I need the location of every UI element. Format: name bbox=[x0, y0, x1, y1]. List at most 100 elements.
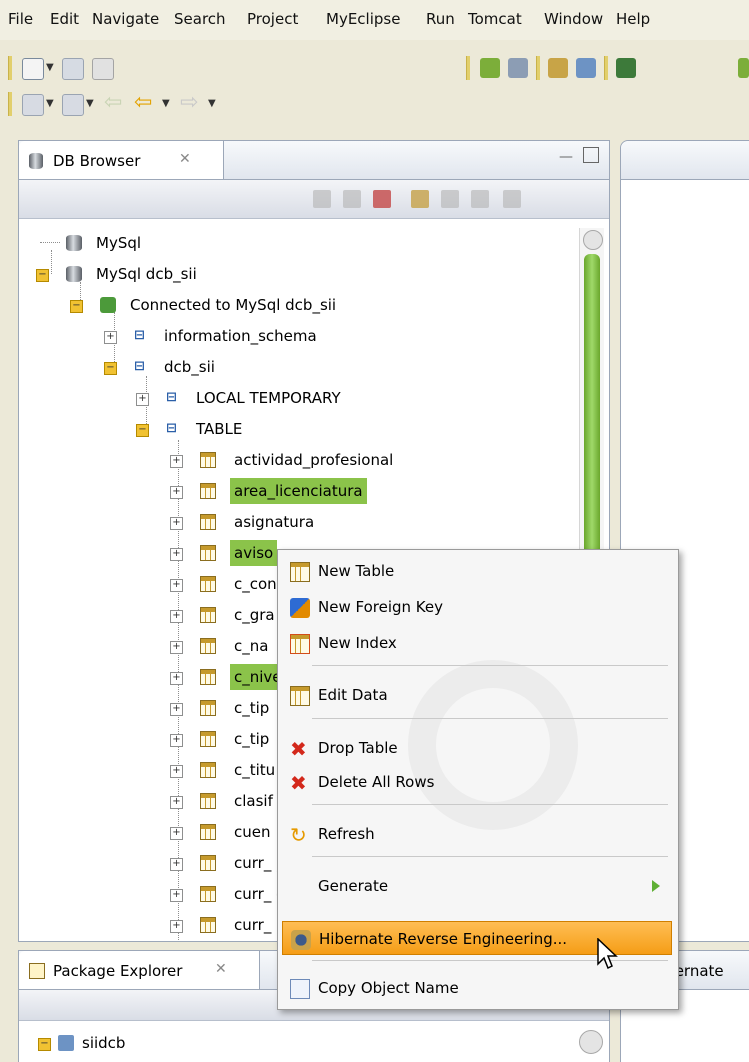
expand-icon[interactable]: + bbox=[170, 858, 183, 871]
project-name: siidcb bbox=[82, 1034, 126, 1052]
tree-item-label: MySql dcb_sii bbox=[96, 265, 197, 283]
menu-help[interactable]: Help bbox=[616, 10, 650, 28]
menu-item-generate[interactable]: Generate bbox=[282, 869, 672, 903]
tree-item-label: LOCAL TEMPORARY bbox=[196, 389, 341, 407]
close-icon[interactable]: ✕ bbox=[179, 151, 191, 167]
menu-item-refresh[interactable]: ↻ Refresh bbox=[282, 817, 672, 851]
collapse-icon[interactable]: − bbox=[36, 269, 49, 282]
run-icon[interactable] bbox=[738, 58, 749, 78]
menu-item-label: New Index bbox=[318, 634, 397, 652]
minimize-icon[interactable]: — bbox=[559, 149, 573, 165]
folder-icon: ⊟ bbox=[166, 421, 177, 436]
collapse-icon[interactable]: − bbox=[70, 300, 83, 313]
chevron-down-icon[interactable]: ▼ bbox=[162, 98, 170, 109]
table-icon bbox=[200, 545, 216, 561]
copy-connection-icon[interactable] bbox=[471, 190, 489, 208]
open-connection-icon[interactable] bbox=[313, 190, 331, 208]
table-icon bbox=[200, 607, 216, 623]
deploy-icon[interactable] bbox=[548, 58, 568, 78]
menu-window[interactable]: Window bbox=[544, 10, 603, 28]
expand-icon[interactable]: + bbox=[170, 827, 183, 840]
last-edit-icon[interactable]: ⇦ bbox=[104, 90, 122, 115]
expand-icon[interactable]: + bbox=[170, 579, 183, 592]
menu-myeclipse[interactable]: MyEclipse bbox=[326, 10, 400, 28]
prev-annotation-icon[interactable] bbox=[62, 94, 84, 116]
browse-icon[interactable] bbox=[576, 58, 596, 78]
menu-item-new-index[interactable]: New Index bbox=[282, 626, 672, 660]
next-annotation-icon[interactable] bbox=[22, 94, 44, 116]
connection-icon bbox=[100, 297, 116, 313]
table-icon bbox=[200, 824, 216, 840]
new-dropdown-icon[interactable]: ▼ bbox=[46, 62, 54, 73]
forward-icon[interactable]: ⇨ bbox=[180, 90, 198, 115]
expand-icon[interactable]: + bbox=[170, 703, 183, 716]
new-connection-icon[interactable] bbox=[411, 190, 429, 208]
menu-file[interactable]: File bbox=[8, 10, 33, 28]
drop-icon: ✖ bbox=[290, 737, 307, 761]
expand-icon[interactable]: + bbox=[170, 641, 183, 654]
expand-icon[interactable]: + bbox=[170, 610, 183, 623]
edit-connection-icon[interactable] bbox=[441, 190, 459, 208]
expand-icon[interactable]: + bbox=[170, 796, 183, 809]
menu-item-new-foreign-key[interactable]: New Foreign Key bbox=[282, 590, 672, 624]
table-icon bbox=[200, 576, 216, 592]
collapse-icon[interactable]: − bbox=[104, 362, 117, 375]
expand-icon[interactable]: + bbox=[170, 672, 183, 685]
expand-icon[interactable]: + bbox=[170, 920, 183, 933]
menu-separator bbox=[312, 804, 668, 805]
close-icon[interactable]: ✕ bbox=[215, 961, 227, 977]
chevron-down-icon[interactable]: ▼ bbox=[208, 98, 216, 109]
chevron-down-icon[interactable]: ▼ bbox=[86, 98, 94, 109]
expand-icon[interactable]: + bbox=[170, 517, 183, 530]
run-config-icon[interactable] bbox=[616, 58, 636, 78]
server-icon[interactable] bbox=[508, 58, 528, 78]
close-connection-icon[interactable] bbox=[343, 190, 361, 208]
menu-item-new-table[interactable]: New Table bbox=[282, 554, 672, 588]
menu-item-delete-all-rows[interactable]: ✖ Delete All Rows bbox=[282, 765, 672, 799]
expand-icon[interactable]: + bbox=[170, 548, 183, 561]
save-icon[interactable] bbox=[62, 58, 84, 80]
schema-icon: ⊟ bbox=[134, 328, 145, 343]
expand-icon[interactable]: + bbox=[170, 734, 183, 747]
menu-tomcat[interactable]: Tomcat bbox=[468, 10, 522, 28]
table-name: aviso bbox=[230, 540, 278, 566]
menu-search[interactable]: Search bbox=[174, 10, 226, 28]
collapse-icon[interactable]: − bbox=[38, 1038, 51, 1051]
expand-icon[interactable]: + bbox=[170, 455, 183, 468]
expand-icon[interactable]: + bbox=[170, 486, 183, 499]
table-name: clasif bbox=[234, 792, 273, 810]
menu-run[interactable]: Run bbox=[426, 10, 455, 28]
menu-item-label: Refresh bbox=[318, 825, 375, 843]
menu-item-copy-object-name[interactable]: Copy Object Name bbox=[282, 971, 672, 1005]
scroll-up-button[interactable] bbox=[583, 230, 603, 250]
new-icon[interactable] bbox=[22, 58, 44, 80]
menu-project[interactable]: Project bbox=[247, 10, 298, 28]
expand-icon[interactable]: + bbox=[136, 393, 149, 406]
toolbar-separator bbox=[604, 56, 608, 80]
schema-icon: ⊟ bbox=[134, 359, 145, 374]
delete-connection-icon[interactable] bbox=[373, 190, 391, 208]
maximize-icon[interactable] bbox=[583, 147, 599, 163]
menu-navigate[interactable]: Navigate bbox=[92, 10, 159, 28]
collapse-icon[interactable]: − bbox=[136, 424, 149, 437]
table-icon bbox=[200, 793, 216, 809]
table-name: c_tip bbox=[234, 730, 270, 748]
back-icon[interactable]: ⇦ bbox=[134, 90, 152, 115]
debug-icon[interactable] bbox=[480, 58, 500, 78]
menu-item-drop-table[interactable]: ✖ Drop Table bbox=[282, 731, 672, 765]
toolbar-separator bbox=[536, 56, 540, 80]
scroll-up-button[interactable] bbox=[579, 1030, 603, 1054]
disconnect-icon[interactable] bbox=[503, 190, 521, 208]
chevron-down-icon[interactable]: ▼ bbox=[46, 98, 54, 109]
expand-icon[interactable]: + bbox=[104, 331, 117, 344]
menu-item-edit-data[interactable]: Edit Data bbox=[282, 678, 672, 712]
expand-icon[interactable]: + bbox=[170, 889, 183, 902]
menu-separator bbox=[312, 665, 668, 666]
table-icon bbox=[290, 562, 310, 582]
menu-edit[interactable]: Edit bbox=[50, 10, 79, 28]
print-icon[interactable] bbox=[92, 58, 114, 80]
tab-db-browser[interactable]: DB Browser ✕ bbox=[19, 141, 224, 179]
tab-package-explorer[interactable]: Package Explorer ✕ bbox=[19, 951, 260, 989]
expand-icon[interactable]: + bbox=[170, 765, 183, 778]
menu-item-label: New Table bbox=[318, 562, 395, 580]
